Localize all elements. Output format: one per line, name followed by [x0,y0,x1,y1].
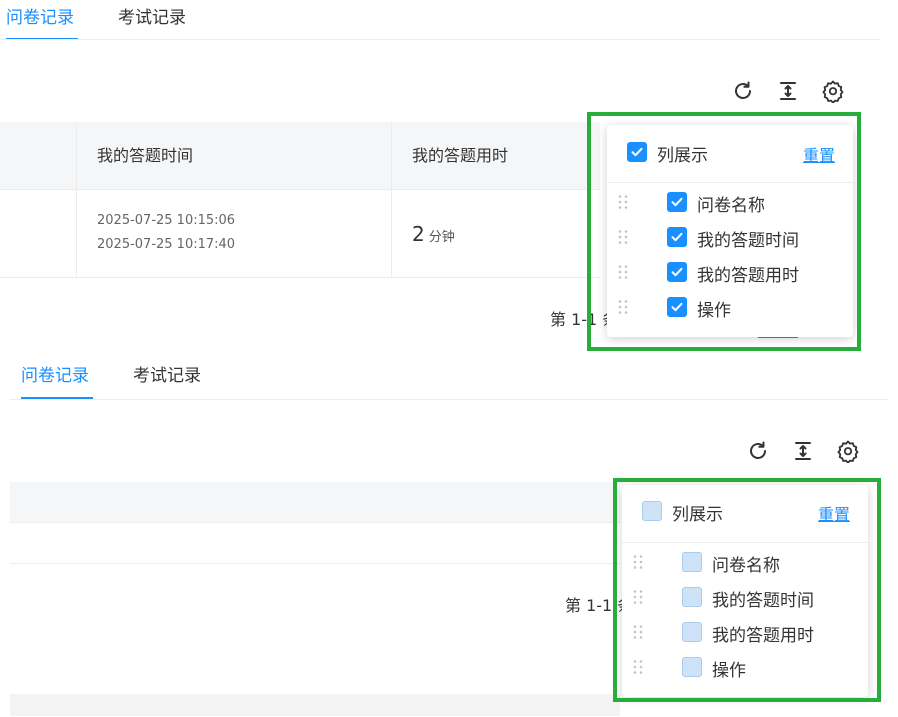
column-height-icon[interactable] [791,439,815,463]
drag-handle-icon[interactable] [617,264,629,280]
column-checkbox-answer-time[interactable] [682,587,702,607]
column-checkbox-survey-name[interactable] [682,552,702,572]
column-checkbox-actions[interactable] [667,297,687,317]
refresh-icon[interactable] [731,79,755,103]
column-settings-header: 列展示 重置 [607,125,853,183]
drag-handle-icon[interactable] [617,194,629,210]
column-settings-title: 列展示 [672,505,723,525]
check-icon [671,302,683,312]
table-header: 我的答题时间 我的答题用时 [0,122,600,190]
column-label-survey-name: 问卷名称 [712,556,780,576]
tab-survey-records[interactable]: 问卷记录 [6,3,74,28]
column-settings-popover: 列展示 重置 问卷名称 我的答题时间 我的答题用时 操作 [622,485,868,697]
reset-columns-link[interactable]: 重置 [803,142,835,166]
drag-handle-icon[interactable] [617,229,629,245]
row-divider [10,563,620,564]
column-checkbox-answer-duration[interactable] [682,622,702,642]
column-label-answer-duration: 我的答题用时 [697,266,799,286]
tabs-divider [10,399,888,400]
records-panel-checked: 问卷记录 考试记录 我的答题时间 我的答题用时 2025-07-25 10:15… [0,0,898,358]
reset-columns-link[interactable]: 重置 [818,501,850,525]
check-icon [671,267,683,277]
next-section-strip [10,694,620,716]
select-all-columns-checkbox[interactable] [642,501,662,521]
column-separator [76,122,77,278]
select-all-columns-checkbox[interactable] [627,142,647,162]
column-settings-title: 列展示 [657,146,708,166]
drag-handle-icon[interactable] [632,624,644,640]
column-settings-header: 列展示 重置 [622,485,868,543]
column-label-answer-time: 我的答题时间 [712,591,814,611]
column-label-survey-name: 问卷名称 [697,196,765,216]
duration-value: 2 [412,222,425,246]
column-settings-popover: 列展示 重置 问卷名称 我的答题时间 我的答题用时 操作 [607,125,853,337]
column-checkbox-answer-duration[interactable] [667,262,687,282]
check-icon [671,232,683,242]
duration-cell: 2 分钟 [412,222,455,246]
column-label-answer-time: 我的答题时间 [697,231,799,251]
column-header-answer-time[interactable]: 我的答题时间 [97,122,193,190]
column-header-answer-duration[interactable]: 我的答题用时 [412,122,508,190]
records-panel-unchecked: 问卷记录 考试记录 第 1-1 条 列展示 重置 问卷名称 我的答题时间 我的答… [0,358,898,716]
row-divider [0,277,600,278]
drag-handle-icon[interactable] [632,589,644,605]
refresh-icon[interactable] [746,439,770,463]
tabs-divider [0,39,880,40]
column-separator [391,122,392,278]
check-icon [631,147,643,157]
column-label-answer-duration: 我的答题用时 [712,626,814,646]
column-checkbox-answer-time[interactable] [667,227,687,247]
drag-handle-icon[interactable] [632,554,644,570]
tab-exam-records[interactable]: 考试记录 [133,361,201,386]
table-header [10,482,620,523]
gear-icon[interactable] [821,79,845,103]
duration-unit: 分钟 [428,230,455,245]
tab-exam-records[interactable]: 考试记录 [118,3,186,28]
end-time-cell: 2025-07-25 10:17:40 [97,237,236,252]
column-height-icon[interactable] [776,79,800,103]
column-label-actions: 操作 [712,661,746,681]
column-label-actions: 操作 [697,301,731,321]
check-icon [671,197,683,207]
tab-survey-records[interactable]: 问卷记录 [21,361,89,386]
drag-handle-icon[interactable] [617,299,629,315]
start-time-cell: 2025-07-25 10:15:06 [97,213,236,228]
gear-icon[interactable] [836,439,860,463]
drag-handle-icon[interactable] [632,659,644,675]
column-checkbox-survey-name[interactable] [667,192,687,212]
column-checkbox-actions[interactable] [682,657,702,677]
